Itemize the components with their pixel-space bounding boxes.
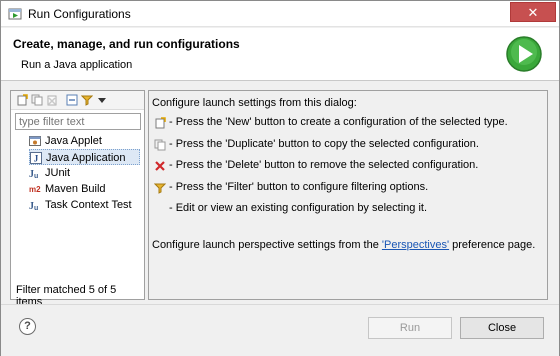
dialog-header-title: Create, manage, and run configurations bbox=[13, 37, 240, 51]
title-bar: Run Configurations ✕ bbox=[1, 1, 559, 27]
tree-item-task-context-test[interactable]: J u Task Context Test bbox=[29, 197, 144, 213]
window-title: Run Configurations bbox=[28, 7, 131, 21]
junit-icon: J u bbox=[29, 169, 38, 179]
delete-icon[interactable] bbox=[46, 94, 58, 106]
new-config-icon[interactable] bbox=[16, 94, 28, 106]
filter-icon bbox=[154, 183, 166, 194]
perspectives-link[interactable]: 'Perspectives' bbox=[382, 239, 449, 251]
new-config-icon bbox=[155, 117, 166, 129]
maven-icon: m2 bbox=[29, 185, 41, 194]
delete-icon bbox=[155, 161, 165, 171]
close-icon: ✕ bbox=[527, 5, 539, 20]
tree-item-label: Java Applet bbox=[45, 135, 102, 147]
filter-input[interactable] bbox=[15, 113, 141, 130]
perspective-prefix: Configure launch perspective settings fr… bbox=[152, 239, 382, 251]
dialog-header: Create, manage, and run configurations R… bbox=[1, 28, 559, 81]
tree-item-label: Java Application bbox=[46, 152, 126, 164]
launch-settings-panel: Configure launch settings from this dial… bbox=[148, 90, 548, 300]
help-text: - Press the 'Filter' button to configure… bbox=[169, 181, 429, 193]
close-button[interactable]: Close bbox=[460, 317, 544, 339]
duplicate-icon bbox=[154, 139, 166, 151]
java-application-icon: J bbox=[30, 152, 42, 164]
help-text: - Press the 'Delete' button to remove th… bbox=[169, 159, 479, 171]
svg-text:u: u bbox=[34, 173, 38, 179]
java-applet-icon bbox=[29, 136, 41, 146]
close-window-button[interactable]: ✕ bbox=[510, 2, 556, 22]
close-button-label: Close bbox=[487, 322, 517, 334]
dialog-header-subtitle: Run a Java application bbox=[21, 59, 133, 71]
task-context-test-icon: J u bbox=[29, 201, 38, 211]
tree-item-junit[interactable]: J u JUnit bbox=[29, 165, 89, 181]
dialog-footer: ? Run Close bbox=[1, 304, 559, 356]
tree-item-maven-build[interactable]: m2 Maven Build bbox=[29, 181, 124, 197]
run-button-label: Run bbox=[399, 322, 421, 334]
help-icon: ? bbox=[24, 320, 31, 332]
help-button[interactable]: ? bbox=[19, 318, 36, 335]
run-button[interactable]: Run bbox=[368, 317, 452, 339]
tree-item-label: JUnit bbox=[45, 167, 71, 179]
run-configurations-dialog: Run Configurations ✕ Create, manage, and… bbox=[0, 0, 560, 356]
help-text: - Edit or view an existing configuration… bbox=[169, 202, 428, 214]
run-configurations-icon bbox=[8, 8, 22, 20]
perspective-suffix: preference page. bbox=[449, 239, 536, 251]
run-icon bbox=[506, 36, 542, 72]
svg-text:u: u bbox=[34, 205, 38, 211]
configuration-tree-panel: Java Applet J Java Application J u JUnit… bbox=[10, 90, 145, 308]
svg-text:J: J bbox=[34, 154, 39, 164]
tree-item-java-applet[interactable]: Java Applet bbox=[29, 133, 139, 149]
help-text: - Press the 'Duplicate' button to copy t… bbox=[169, 138, 479, 150]
tree-item-label: Maven Build bbox=[45, 183, 106, 195]
duplicate-icon[interactable] bbox=[31, 94, 43, 106]
filter-icon[interactable] bbox=[81, 94, 93, 106]
tree-item-java-application[interactable]: J Java Application bbox=[29, 149, 140, 165]
svg-text:m2: m2 bbox=[29, 185, 41, 194]
tree-item-label: Task Context Test bbox=[45, 199, 132, 211]
collapse-all-icon[interactable] bbox=[66, 94, 78, 106]
intro-text: Configure launch settings from this dial… bbox=[152, 97, 357, 109]
configuration-toolbar bbox=[11, 91, 144, 110]
view-menu-icon[interactable] bbox=[97, 94, 107, 106]
perspective-text: Configure launch perspective settings fr… bbox=[152, 239, 535, 251]
help-text: - Press the 'New' button to create a con… bbox=[169, 116, 508, 128]
